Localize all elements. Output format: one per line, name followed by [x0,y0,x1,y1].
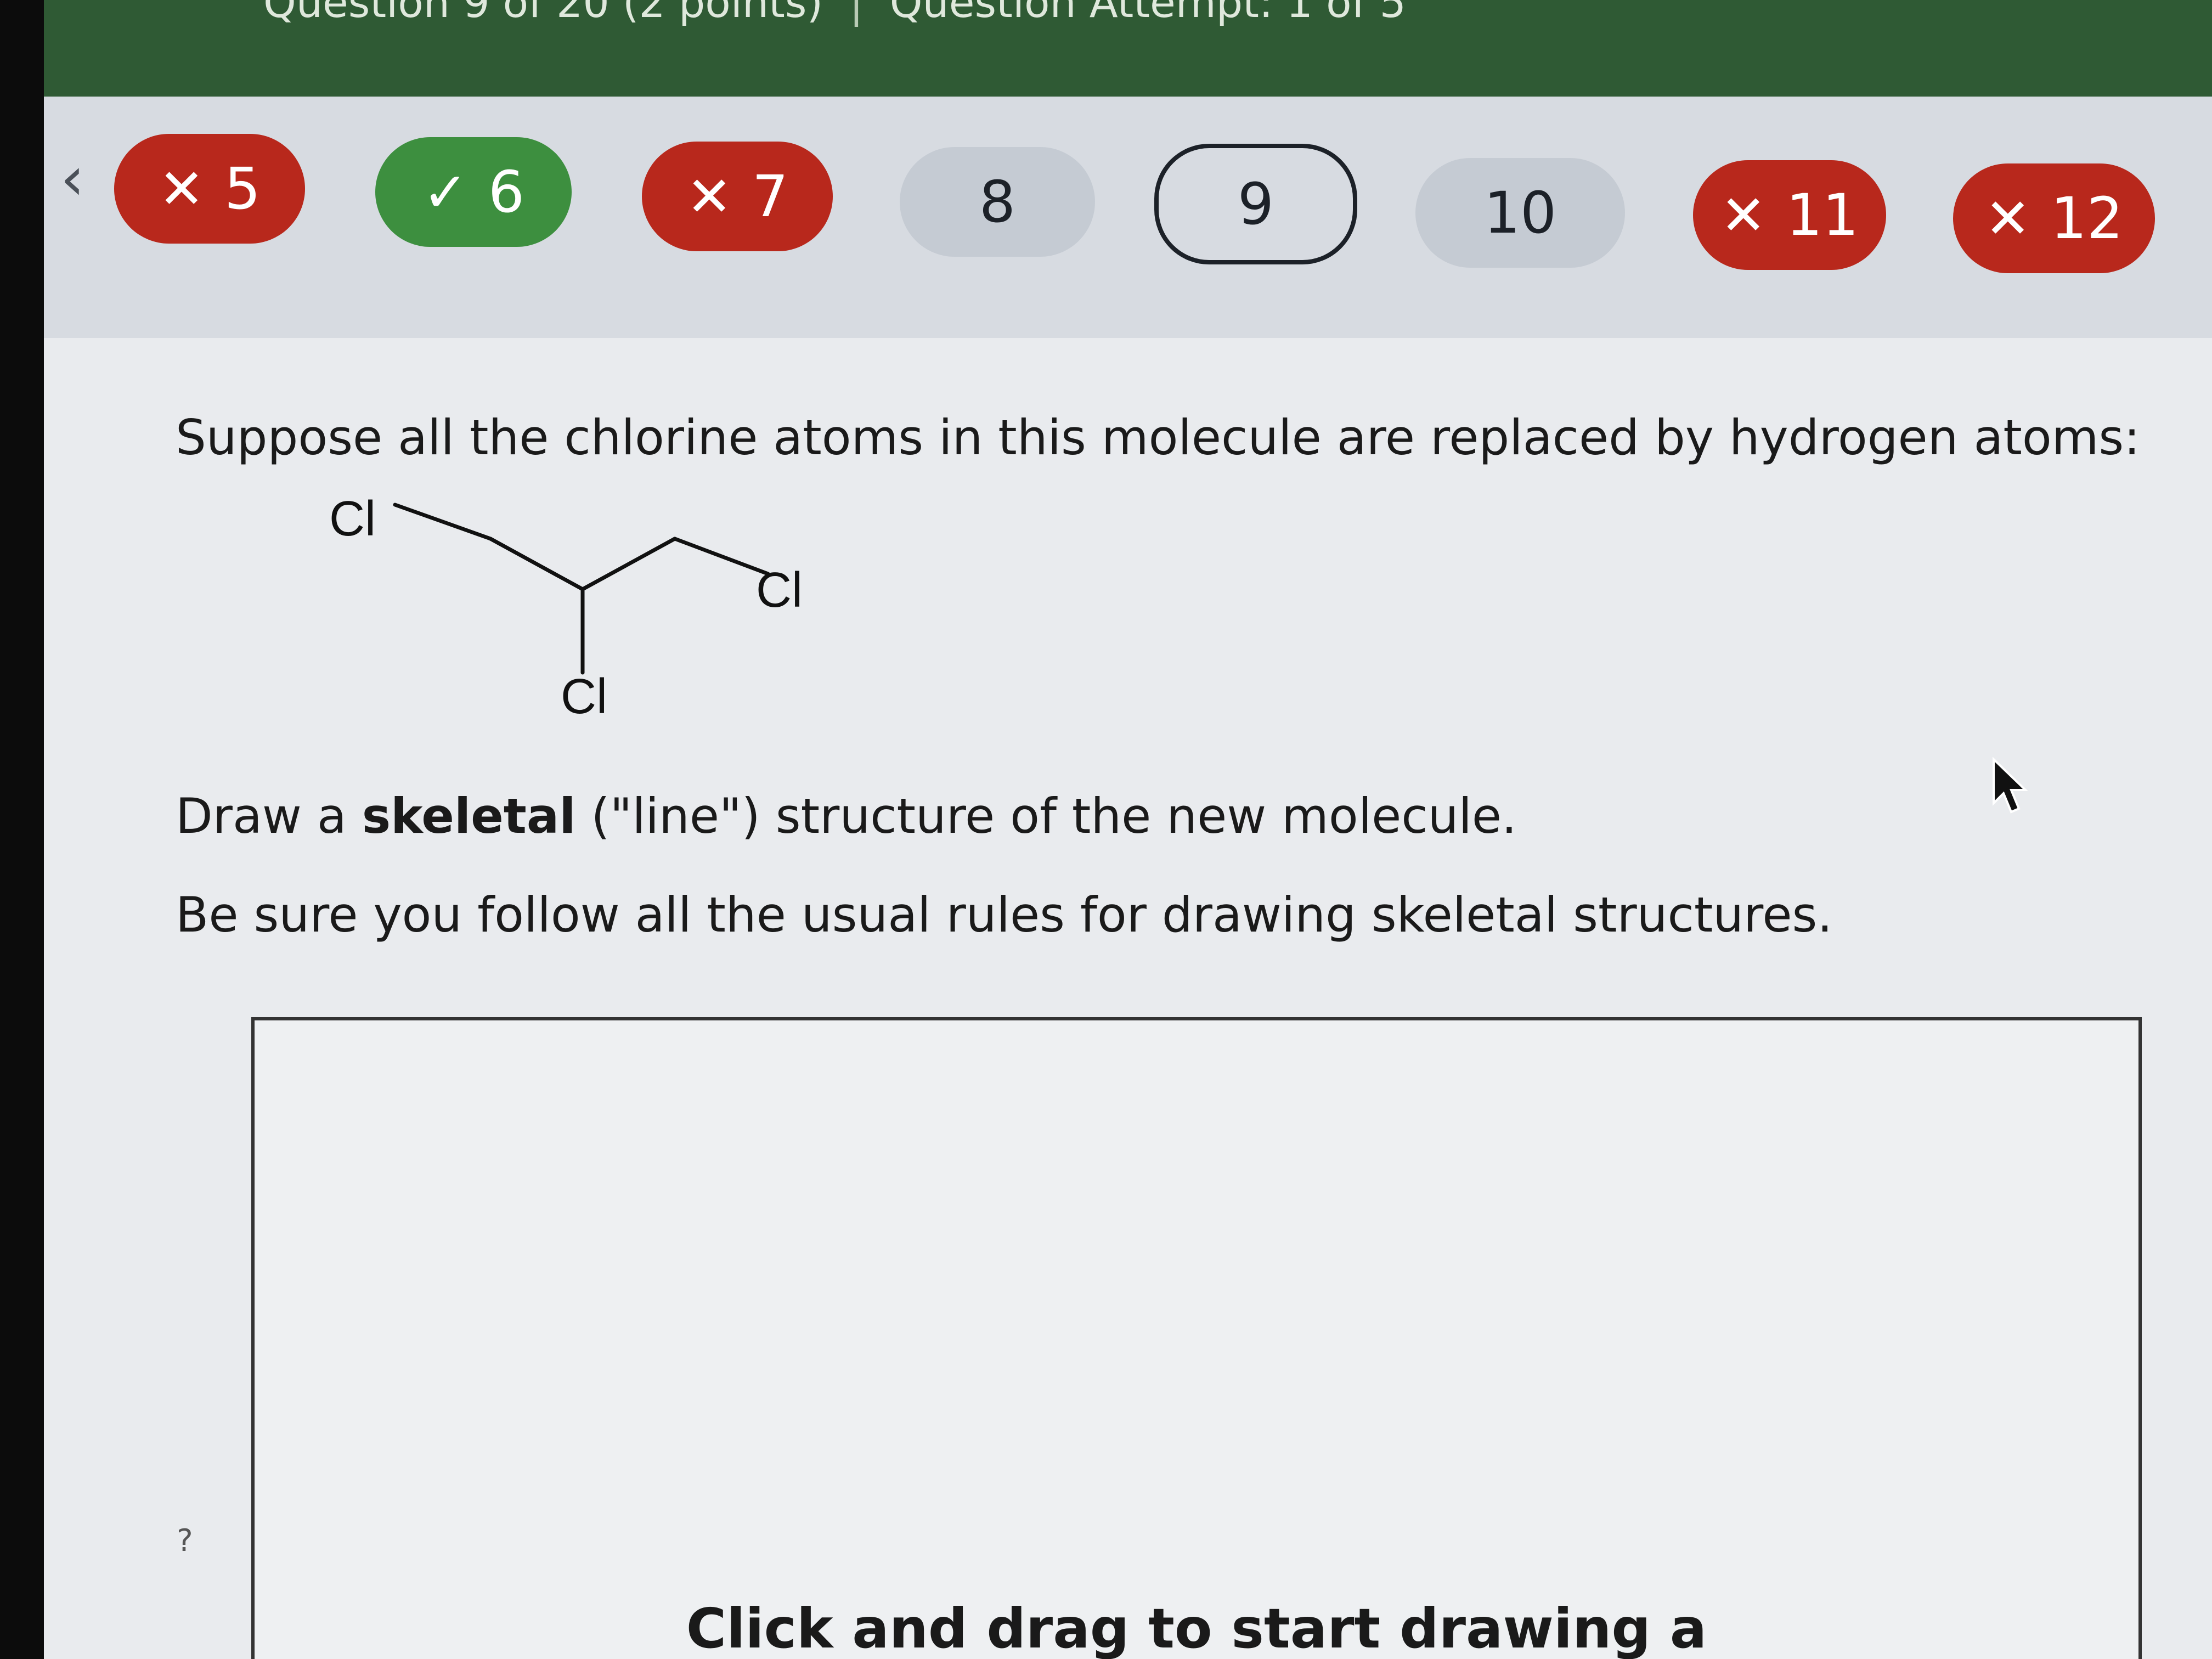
instruction-text: Draw a [176,788,362,844]
question-10-button[interactable]: 10 [1415,158,1625,268]
question-5-button[interactable]: ✕ 5 [114,134,305,244]
instruction-emphasis: skeletal [362,788,576,844]
x-icon: ✕ [686,164,732,229]
screen: Question 9 of 20 (2 points) | Question Att… [44,0,2212,1659]
question-8-button[interactable]: 8 [900,147,1095,257]
bond-line [488,537,585,591]
question-number: 11 [1786,182,1859,249]
question-7-button[interactable]: ✕ 7 [642,142,833,251]
question-number: 12 [2050,185,2124,252]
question-info: Question 9 of 20 (2 points) | Question Att… [263,0,1406,27]
draw-instruction: Draw a skeletal ("line") structure of th… [176,788,1517,844]
x-icon: ✕ [1720,183,1767,247]
question-number: 7 [752,163,788,230]
question-navigation [44,97,2212,338]
question-number: 10 [1483,179,1557,246]
bond-line [393,503,493,541]
question-content: Suppose all the chlorine atoms in this m… [44,338,2212,1659]
question-number: 8 [979,168,1016,235]
question-9-button-current[interactable]: 9 [1154,144,1357,264]
molecule-structure: Cl Cl Cl [329,492,803,724]
check-icon: ✓ [422,160,469,224]
bond-line [673,537,770,576]
question-12-button[interactable]: ✕ 12 [1953,163,2155,273]
instruction-text: ("line") structure of the new molecule. [575,788,1517,844]
header-separator: | [849,0,864,27]
question-11-button[interactable]: ✕ 11 [1693,160,1886,270]
rules-note: Be sure you follow all the usual rules f… [176,887,1833,943]
x-icon: ✕ [1984,186,2031,251]
question-number-label: Question 9 of 20 (2 points) [263,0,823,27]
question-number: 9 [1237,171,1274,238]
x-icon: ✕ [159,156,205,221]
canvas-hint: Click and drag to start drawing a [686,1596,1707,1659]
chlorine-label-left: Cl [329,492,376,546]
chlorine-label-right: Cl [756,563,803,618]
question-prompt: Suppose all the chlorine atoms in this m… [176,409,2140,466]
drawing-canvas[interactable]: Click and drag to start drawing a [251,1017,2142,1659]
question-6-button[interactable]: ✓ 6 [375,137,572,247]
bond-line [580,537,677,591]
attempt-label: Question Attempt: 1 of 5 [889,0,1406,27]
header-bar: Question 9 of 20 (2 points) | Question Att… [44,0,2212,97]
question-number: 6 [488,159,524,225]
question-number: 5 [224,155,261,222]
chlorine-label-bottom: Cl [561,669,607,724]
help-icon[interactable]: ? [177,1523,193,1559]
mouse-pointer-icon [1993,757,2028,814]
chevron-left-icon[interactable]: ‹ [60,148,84,208]
